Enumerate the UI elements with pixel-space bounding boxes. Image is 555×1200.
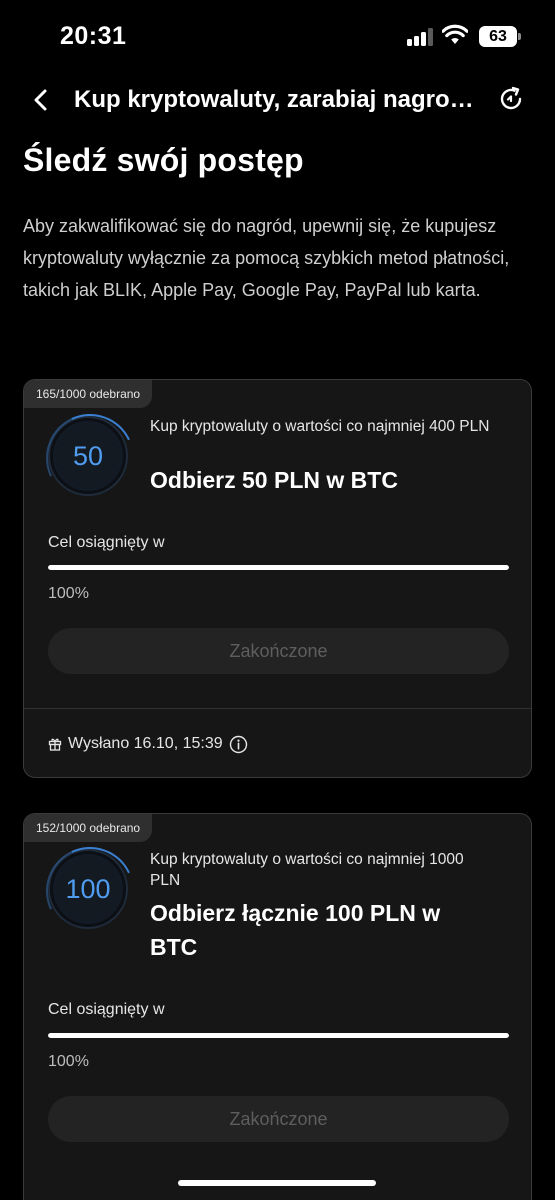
goal-label: Cel osiągnięty w bbox=[48, 534, 165, 551]
reward-amount-ring: 100 bbox=[48, 849, 128, 929]
claimed-badge: 165/1000 odebrano bbox=[24, 380, 153, 408]
battery-icon: 63 bbox=[479, 26, 521, 47]
completed-button[interactable]: Zakończone bbox=[48, 1096, 509, 1142]
screen: 20:31 63 Kup kryptowaluty, zarabiaj nagr… bbox=[0, 0, 555, 1200]
reward-card: 165/1000 odebrano 50 Kup kryptowaluty o … bbox=[23, 379, 532, 778]
wifi-icon bbox=[442, 24, 468, 44]
status-time: 20:31 bbox=[60, 22, 127, 50]
progress-bar-fill bbox=[48, 1033, 509, 1038]
reward-amount-ring: 50 bbox=[48, 416, 128, 496]
progress-bar bbox=[48, 565, 509, 570]
reward-card: 152/1000 odebrano 100 Kup kryptowaluty o… bbox=[23, 813, 532, 1200]
status-bar: 20:31 63 bbox=[0, 0, 555, 70]
completed-button[interactable]: Zakończone bbox=[48, 628, 509, 674]
claimed-badge: 152/1000 odebrano bbox=[24, 814, 153, 842]
reward-title: Odbierz 50 PLN w BTC bbox=[150, 467, 398, 493]
progress-percent: 100% bbox=[48, 585, 89, 602]
gift-icon bbox=[48, 738, 62, 751]
info-icon[interactable] bbox=[229, 735, 248, 754]
nav-title: Kup kryptowaluty, zarabiaj nagrody bbox=[74, 86, 476, 113]
progress-bar-fill bbox=[48, 565, 509, 570]
progress-bar bbox=[48, 1033, 509, 1038]
sent-row: Wysłano 16.10, 15:39 bbox=[48, 732, 248, 756]
reward-amount: 50 bbox=[72, 441, 104, 471]
nav-bar: Kup kryptowaluty, zarabiaj nagrody bbox=[0, 78, 555, 122]
reward-amount: 100 bbox=[65, 874, 111, 904]
reward-title: Odbierz łącznie 100 PLN w BTC bbox=[150, 900, 441, 960]
home-indicator[interactable] bbox=[178, 1180, 376, 1186]
reward-requirement: Kup kryptowaluty o wartości co najmniej … bbox=[150, 418, 490, 435]
intro-text: Aby zakwalifikować się do nagród, upewni… bbox=[23, 216, 510, 300]
sent-text: Wysłano 16.10, 15:39 bbox=[68, 735, 223, 752]
progress-percent: 100% bbox=[48, 1053, 89, 1070]
chevron-left-icon[interactable] bbox=[28, 86, 56, 114]
refresh-icon[interactable] bbox=[496, 84, 526, 114]
reward-requirement: Kup kryptowaluty o wartości co najmniej … bbox=[150, 851, 464, 889]
goal-label: Cel osiągnięty w bbox=[48, 1001, 165, 1018]
signal-icon bbox=[407, 28, 435, 46]
divider bbox=[24, 708, 531, 709]
page-title: Śledź swój postęp bbox=[23, 142, 304, 178]
